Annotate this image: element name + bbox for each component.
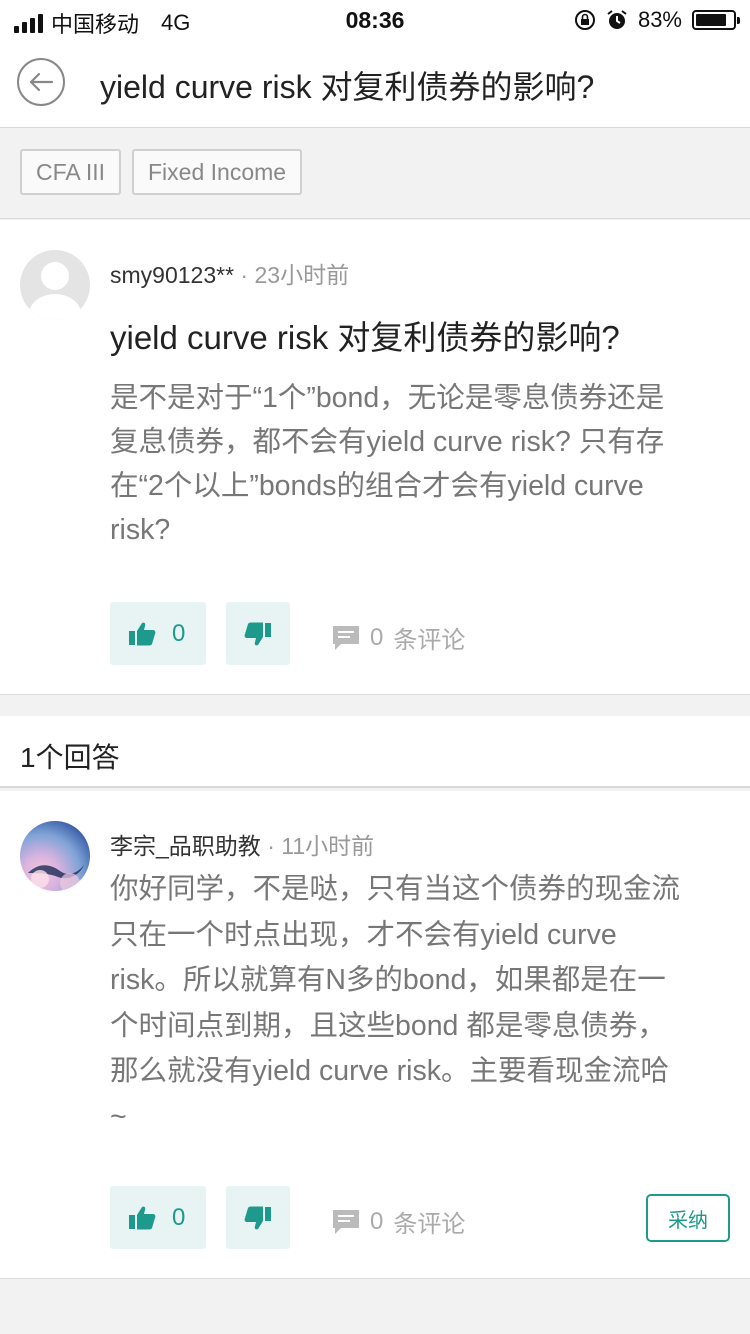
tag-fixed-income[interactable]: Fixed Income — [132, 149, 303, 195]
adopt-button[interactable]: 采纳 — [646, 1194, 730, 1242]
like-count: 0 — [172, 619, 186, 647]
comments-link[interactable]: 0 条评论 — [332, 1204, 465, 1239]
thumbs-down-icon — [244, 622, 271, 645]
comment-icon — [333, 1209, 359, 1234]
thumbs-up-icon — [129, 1206, 156, 1229]
orientation-lock-icon — [574, 10, 595, 30]
comment-label: 条评论 — [393, 1211, 466, 1238]
comment-icon — [333, 625, 359, 650]
comment-count: 0 — [370, 623, 384, 651]
answer-meta: 李宗_品职助教 · 11小时前 — [110, 833, 375, 859]
comment-count: 0 — [370, 1207, 384, 1235]
thumbs-down-icon — [244, 1206, 271, 1229]
back-arrow-icon[interactable] — [17, 58, 65, 106]
author-name[interactable]: smy90123** — [110, 262, 234, 288]
dislike-button[interactable] — [226, 1186, 290, 1249]
like-button[interactable]: 0 — [110, 1186, 206, 1249]
tag-cfa-iii[interactable]: CFA III — [20, 149, 122, 195]
answer-body: 你好同学，不是哒，只有当这个债券的现金流 只在一个时点出现，才不会有yield … — [110, 873, 681, 1133]
comment-label: 条评论 — [393, 627, 466, 654]
comments-link[interactable]: 0 条评论 — [332, 620, 465, 655]
like-button[interactable]: 0 — [110, 602, 206, 665]
like-count: 0 — [172, 1203, 186, 1231]
tag-bar: CFA III Fixed Income — [0, 129, 750, 219]
post-time: 23小时前 — [254, 262, 350, 288]
avatar[interactable] — [20, 250, 90, 320]
thumbs-up-icon — [129, 622, 156, 645]
battery-icon — [692, 10, 740, 30]
question-body: 是不是对于“1个”bond，无论是零息债券还是 复息债券，都不会有yield c… — [110, 382, 665, 546]
battery-percent: 83% — [637, 7, 682, 32]
avatar[interactable] — [20, 821, 90, 891]
nav-title: yield curve risk 对复利债券的影响? — [100, 69, 595, 105]
post-time: 11小时前 — [281, 833, 375, 859]
alarm-icon — [607, 10, 627, 29]
answers-header: 1个回答 — [0, 716, 750, 788]
answers-count: 1个回答 — [20, 742, 120, 773]
dislike-button[interactable] — [226, 602, 290, 665]
question-meta: smy90123** · 23小时前 — [110, 262, 350, 288]
status-bar: 中国移动 4G 08:36 83% — [0, 0, 750, 40]
author-name[interactable]: 李宗_品职助教 — [110, 833, 261, 859]
nav-bar: yield curve risk 对复利债券的影响? — [0, 40, 750, 128]
question-title: yield curve risk 对复利债券的影响? — [110, 319, 620, 356]
